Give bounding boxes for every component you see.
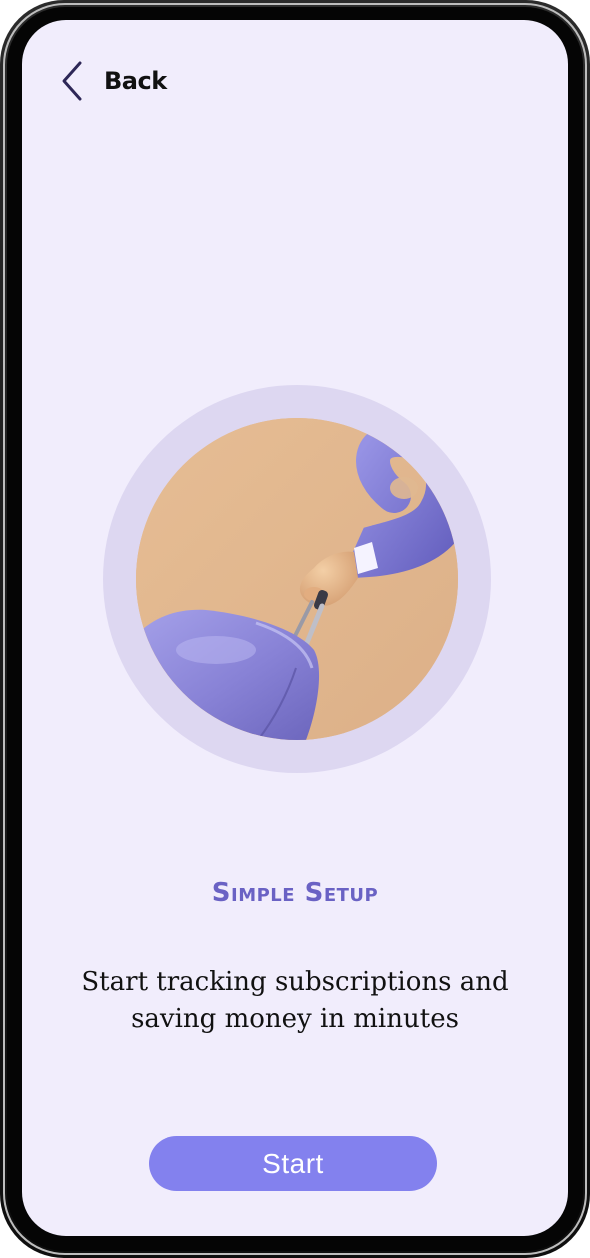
hand-holding-suitcase-image (136, 418, 458, 740)
onboarding-subtitle: Start tracking subscriptions and saving … (81, 967, 509, 1034)
back-label: Back (104, 67, 167, 95)
suitcase-illustration (136, 418, 458, 740)
start-button[interactable]: Start (149, 1136, 437, 1191)
illustration-ring (103, 385, 491, 773)
onboarding-screen: Back Simple Setup Start tracking subscri… (22, 20, 568, 1236)
chevron-left-icon (62, 61, 82, 101)
back-button[interactable]: Back (58, 56, 167, 106)
onboarding-title: Simple Setup (211, 878, 379, 908)
